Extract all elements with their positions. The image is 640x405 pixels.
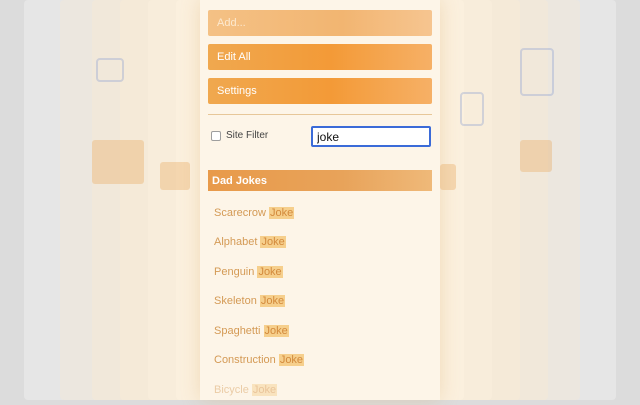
site-filter-checkbox[interactable] [211,131,221,141]
edit-all-button-label: Edit All [217,51,251,63]
settings-button[interactable]: Settings [208,78,432,104]
list-item[interactable]: Penguin Joke [214,257,434,287]
list-item[interactable]: Scarecrow Joke [214,198,434,228]
item-name: Scarecrow [214,206,270,219]
match-highlight: Joke [260,236,286,249]
snippet-list: Scarecrow Joke Alphabet Joke Penguin Jok… [214,198,434,405]
list-item[interactable]: Alphabet Joke [214,228,434,258]
list-item[interactable]: Bicycle Joke [214,375,434,405]
ghost-shape [520,140,552,172]
list-item[interactable]: Spaghetti Joke [214,316,434,346]
section-title: Dad Jokes [212,174,268,187]
item-name: Alphabet [214,236,261,249]
search-input[interactable] [311,126,431,147]
add-button-label: Add... [217,17,246,29]
add-button[interactable]: Add... [208,10,432,36]
ghost-shape [96,58,124,82]
item-name: Penguin [214,265,258,278]
match-highlight: Joke [269,206,295,219]
match-highlight: Joke [263,324,289,337]
ghost-shape [460,92,484,126]
match-highlight: Joke [278,354,305,367]
site-filter-label: Site Filter [226,130,269,141]
list-item[interactable]: Skeleton Joke [214,287,434,317]
item-name: Skeleton [214,295,260,308]
ghost-shape [92,140,144,184]
item-name: Construction [214,354,279,367]
edit-all-button[interactable]: Edit All [208,44,432,70]
list-item[interactable]: Construction Joke [214,346,434,376]
item-name: Bicycle [214,383,252,396]
section-header: Dad Jokes [208,170,432,191]
settings-button-label: Settings [217,85,257,97]
match-highlight: Joke [257,265,283,278]
ghost-shape [520,48,554,96]
match-highlight: Joke [259,295,286,308]
ghost-shape [160,162,190,190]
item-name: Spaghetti [214,324,264,337]
popup-panel: Add... Edit All Settings Site Filter Dad… [200,0,440,400]
ghost-shape [440,164,456,190]
match-highlight: Joke [251,383,278,396]
divider [208,114,432,115]
